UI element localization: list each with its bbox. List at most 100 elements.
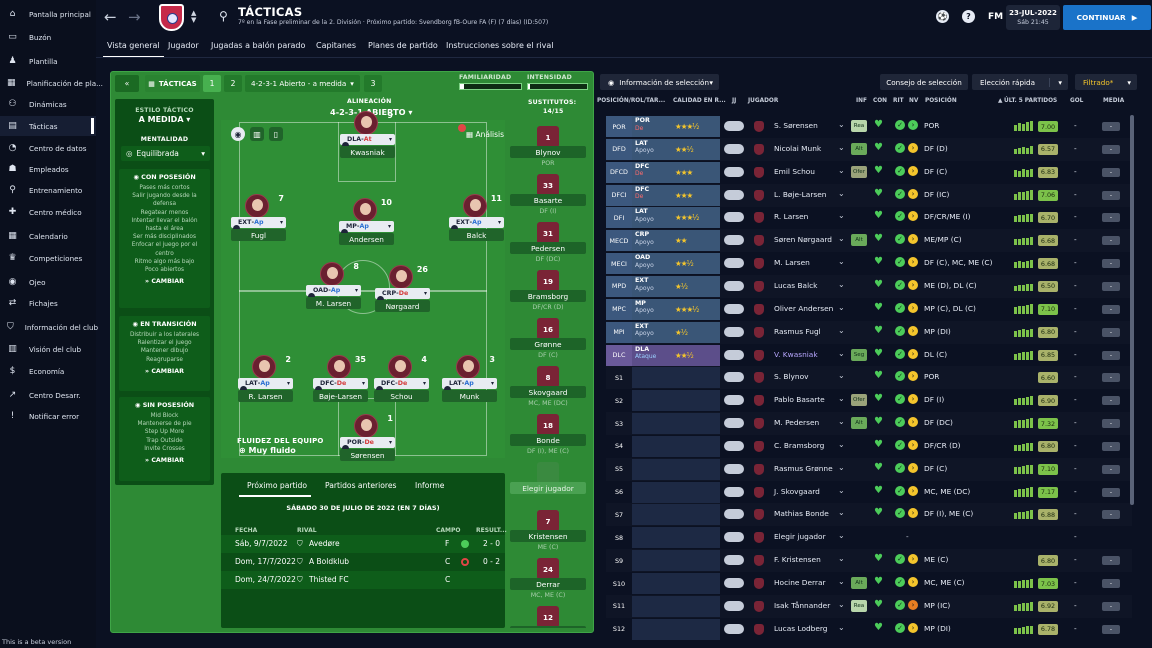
column-header[interactable]: CON [873, 98, 887, 104]
selection-info-dropdown[interactable]: ◉ Información de selección ▾ [600, 74, 719, 90]
player-row[interactable]: POR POR De ★★★½ S. Sørensen ⌄ Rea ♥ ✓ › POR 7.00- - [606, 115, 1132, 138]
substitute-name[interactable]: Blynov [510, 146, 586, 158]
collapse-icon[interactable]: « [115, 75, 139, 92]
player-row[interactable]: MECI OAD Apoyo ★★½ M. Larsen ⌄ ♥ ✓ › DF (C), MC, … [606, 252, 1132, 275]
chevron-down-icon[interactable]: ⌄ [838, 143, 845, 152]
position-cell[interactable]: S10 [606, 573, 632, 594]
column-header[interactable]: GOL [1070, 98, 1083, 104]
player-row[interactable]: S4 C. Bramsborg ⌄ ♥ ✓ › DF/CR (D) 6.80 - - [606, 435, 1132, 458]
tab-match-plans[interactable]: Planes de partido [368, 41, 438, 50]
ball-icon[interactable]: ⚽ [936, 10, 949, 23]
help-icon[interactable]: ? [962, 10, 975, 23]
chevron-down-icon[interactable]: ⌄ [838, 486, 845, 495]
position-cell[interactable]: DFI [606, 207, 632, 229]
player-name[interactable]: Nicolai Munk [774, 144, 821, 153]
sidebar-item-transfers[interactable]: ⇄ Fichajes [0, 293, 96, 313]
substitute-slot[interactable]: 1 Blynov POR [510, 126, 586, 171]
player-name[interactable]: Pablo Basarte [774, 395, 825, 404]
substitute-name[interactable]: Grønne [510, 338, 586, 350]
player-name[interactable]: Andersen [339, 233, 394, 245]
player-role-select[interactable]: DLA - At [340, 134, 395, 149]
player-row[interactable]: S1 S. Blynov ⌄ ♥ ✓ › POR 6.60 - - [606, 366, 1132, 389]
position-cell[interactable]: MECI [606, 253, 632, 275]
change-out-of-possession-button[interactable]: » CAMBIAR [119, 457, 210, 464]
formation-select[interactable]: 4-2-3-1 Abierto - a medida ▾ [245, 75, 360, 92]
player-card[interactable]: 8 OAD - ApM. Larsen [306, 262, 361, 311]
role-cell[interactable]: EXT Apoyo [632, 275, 672, 297]
chevron-down-icon[interactable]: ⌄ [838, 211, 845, 220]
player-row[interactable]: DFCD DFC De ★★★ Emil Schou ⌄ Ofer ♥ ✓ › DF (C) 6.83… [606, 161, 1132, 184]
sidebar-item-squad[interactable]: ♟ Plantilla [0, 51, 96, 71]
chevron-down-icon[interactable]: ⌄ [838, 189, 845, 198]
chevron-down-icon[interactable]: ⌄ [838, 349, 845, 358]
continue-button[interactable]: CONTINUAR ▶ [1063, 5, 1151, 30]
chevron-down-icon[interactable]: ⌄ [838, 303, 845, 312]
substitute-name[interactable]: Tånnander [510, 626, 586, 628]
filter-dropdown[interactable]: Filtrado* ▾ [1075, 74, 1137, 90]
player-row[interactable]: S9 F. Kristensen ⌄ ♥ ✓ › ME (C) 6.80 - - [606, 549, 1132, 572]
role-cell[interactable]: OAD Apoyo [632, 253, 672, 275]
chevron-down-icon[interactable]: ⌄ [838, 394, 845, 403]
player-role-select[interactable]: DFC - De [313, 378, 368, 393]
tab-previous-matches[interactable]: Partidos anteriores [325, 481, 397, 490]
sidebar-item-dynamics[interactable]: ⚇ Dinámicas [0, 94, 96, 114]
substitute-slot[interactable]: 33 Basarte DF (I) [510, 174, 586, 219]
substitute-slot[interactable]: Elegir jugador [510, 462, 586, 507]
position-cell[interactable]: S6 [606, 482, 632, 503]
sidebar-item-development[interactable]: ↗ Centro Desarr. [0, 385, 96, 405]
player-view-icon[interactable]: ◉ [231, 127, 245, 141]
player-row[interactable]: DFCI DFC De ★★★ L. Bøje-Larsen ⌄ ♥ ✓ › DF (IC) 7.0… [606, 184, 1132, 207]
column-header[interactable]: ÚLT. 5 PARTIDOS [1004, 98, 1057, 104]
player-row[interactable]: S5 Rasmus Grønne ⌄ ♥ ✓ › DF (C) 7.10 - - [606, 458, 1132, 481]
player-name[interactable]: M. Pedersen [774, 418, 819, 427]
familiarity-bar[interactable] [459, 83, 522, 90]
player-name[interactable]: Schou [374, 390, 429, 402]
position-cell[interactable]: DFCI [606, 184, 632, 206]
player-name[interactable]: V. Kwasniak [774, 350, 818, 359]
style-select[interactable]: A MEDIDA ▾ [115, 115, 214, 124]
sidebar-item-club-vision[interactable]: ▥ Visión del club [0, 339, 96, 359]
player-role-select[interactable]: MP - Ap [339, 221, 394, 236]
search-icon[interactable]: ⚲ [219, 9, 228, 23]
chevron-down-icon[interactable]: ⌄ [838, 440, 845, 449]
player-name[interactable]: F. Kristensen [774, 555, 821, 564]
player-row[interactable]: S7 Mathias Bonde ⌄ ♥ ✓ › DF (I), ME (C) 6.88 - - [606, 503, 1132, 526]
position-cell[interactable]: POR [606, 116, 632, 137]
role-cell[interactable]: LAT Apoyo [632, 207, 672, 229]
club-switch-icon[interactable]: ▲ ▼ [191, 10, 196, 24]
position-cell[interactable]: MPI [606, 321, 632, 343]
analysis-button[interactable]: ▦ Análisis [466, 130, 504, 139]
position-cell[interactable]: S8 [606, 527, 632, 548]
position-cell[interactable]: MPD [606, 275, 632, 297]
player-name[interactable]: Isak Tånnander [774, 601, 830, 610]
substitute-slot[interactable]: 24 Derrar MC, ME (C) [510, 558, 586, 603]
player-role-select[interactable]: EXT - Ap [449, 217, 504, 232]
player-name[interactable]: C. Bramsborg [774, 441, 824, 450]
role-cell[interactable]: LAT Apoyo [632, 138, 672, 160]
selection-advice-button[interactable]: Consejo de selección [880, 74, 968, 90]
substitute-slot[interactable]: 31 Pedersen DF (DC) [510, 222, 586, 267]
chevron-down-icon[interactable]: ⌄ [838, 600, 845, 609]
sidebar-item-trophy[interactable]: ♛ Competiciones [0, 248, 96, 268]
player-row[interactable]: MPD EXT Apoyo ★½ Lucas Balck ⌄ ♥ ✓ › ME (D), DL (… [606, 275, 1132, 298]
player-name[interactable]: Bøje-Larsen [313, 390, 368, 402]
fixture-row[interactable]: Sáb, 9/7/2022 ⛉ Avedøre F 2 - 0 [221, 535, 505, 553]
pitch-view-icon[interactable]: ▯ [269, 127, 283, 141]
player-role-select[interactable]: LAT - Ap [238, 378, 293, 393]
player-name[interactable]: J. Skovgaard [774, 487, 820, 496]
fm-menu[interactable]: FM [988, 12, 1003, 22]
role-cell[interactable]: EXT Apoyo [632, 321, 672, 343]
sidebar-item-data[interactable]: ◔ Centro de datos [0, 138, 96, 158]
player-name[interactable]: Oliver Andersen [774, 304, 833, 313]
player-name[interactable]: Elegir jugador [774, 532, 826, 541]
substitute-name[interactable]: Basarte [510, 194, 586, 206]
player-name[interactable]: Balck [449, 229, 504, 241]
player-name[interactable]: Lucas Balck [774, 281, 817, 290]
sidebar-item-club-info[interactable]: ⛉ Información del club [0, 317, 98, 337]
player-name[interactable]: Nørgaard [375, 300, 430, 312]
mentality-select[interactable]: ◎ Equilibrada ▾ [121, 146, 210, 161]
column-header[interactable]: MEDIA [1103, 98, 1124, 104]
player-role-select[interactable]: CRP - De [375, 288, 430, 303]
tab-set-pieces[interactable]: Jugadas a balón parado [211, 41, 305, 50]
chevron-down-icon[interactable]: ⌄ [838, 234, 845, 243]
